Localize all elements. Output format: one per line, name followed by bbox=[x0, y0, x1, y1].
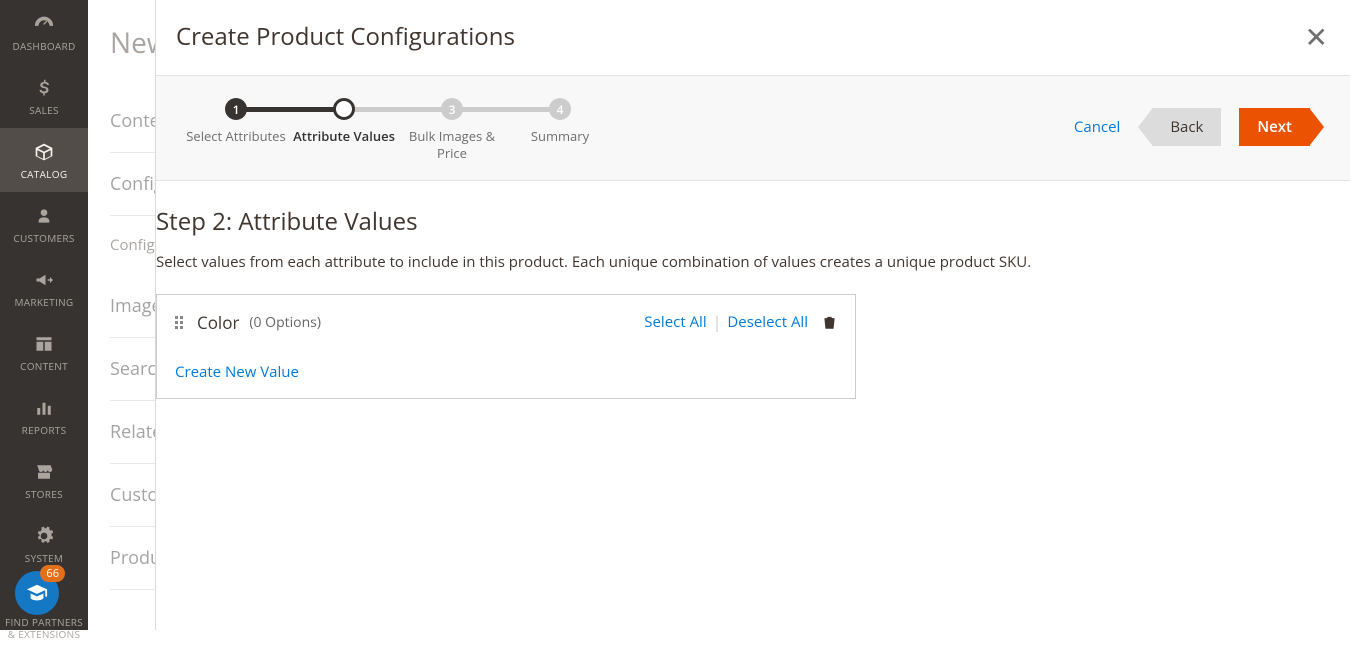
attribute-name: Color bbox=[197, 311, 239, 334]
step-dot-current bbox=[333, 98, 355, 120]
store-icon bbox=[32, 460, 56, 484]
sidebar-label: REPORTS bbox=[22, 424, 67, 436]
select-all-link[interactable]: Select All bbox=[644, 312, 706, 332]
step-dot: 3 bbox=[441, 98, 463, 120]
help-bubble[interactable]: 66 bbox=[15, 571, 59, 615]
sidebar-label: CUSTOMERS bbox=[13, 232, 74, 244]
sidebar-label: FIND PARTNERS & EXTENSIONS bbox=[4, 616, 84, 640]
modal-create-configurations: Create Product Configurations 1 Select A… bbox=[155, 0, 1350, 630]
back-button[interactable]: Back bbox=[1138, 108, 1221, 146]
wizard-step: 4 Summary bbox=[506, 98, 614, 145]
sidebar-item-sales[interactable]: SALES bbox=[0, 64, 88, 128]
wizard-steps: 1 Select Attributes Attribute Values 3 B… bbox=[182, 98, 614, 162]
next-button[interactable]: Next bbox=[1239, 108, 1324, 146]
megaphone-icon bbox=[32, 268, 56, 292]
step-label: Summary bbox=[531, 128, 589, 145]
attribute-card-header: Color (0 Options) Select All | Deselect … bbox=[175, 311, 837, 334]
deselect-all-link[interactable]: Deselect All bbox=[727, 312, 808, 332]
sidebar-label: SYSTEM bbox=[25, 552, 63, 564]
gauge-icon bbox=[32, 12, 56, 36]
layout-icon bbox=[32, 332, 56, 356]
wizard-step: Attribute Values bbox=[290, 98, 398, 145]
sidebar-item-reports[interactable]: REPORTS bbox=[0, 384, 88, 448]
wizard-stage: 1 Select Attributes Attribute Values 3 B… bbox=[156, 75, 1350, 181]
sidebar-label: STORES bbox=[25, 488, 63, 500]
modal-title: Create Product Configurations bbox=[176, 20, 515, 53]
create-new-value-link[interactable]: Create New Value bbox=[175, 362, 299, 382]
notification-badge: 66 bbox=[40, 565, 65, 582]
step-label: Bulk Images & Price bbox=[398, 128, 506, 162]
sidebar-item-customers[interactable]: CUSTOMERS bbox=[0, 192, 88, 256]
admin-sidebar: DASHBOARD SALES CATALOG CUSTOMERS MARKET… bbox=[0, 0, 88, 630]
wizard-step: 1 Select Attributes bbox=[182, 98, 290, 145]
step-description: Select values from each attribute to inc… bbox=[156, 252, 1350, 272]
attribute-card: Color (0 Options) Select All | Deselect … bbox=[156, 294, 856, 399]
dollar-icon bbox=[32, 76, 56, 100]
step-dot: 1 bbox=[225, 98, 247, 120]
step-label: Attribute Values bbox=[293, 128, 395, 145]
create-new-value[interactable]: Create New Value bbox=[175, 360, 837, 382]
gear-icon bbox=[32, 524, 56, 548]
sidebar-item-marketing[interactable]: MARKETING bbox=[0, 256, 88, 320]
drag-handle-icon[interactable] bbox=[175, 316, 183, 329]
step-title: Step 2: Attribute Values bbox=[156, 205, 1350, 238]
modal-body: Step 2: Attribute Values Select values f… bbox=[156, 181, 1350, 399]
sidebar-label: CATALOG bbox=[21, 168, 68, 180]
separator: | bbox=[713, 311, 722, 333]
bars-icon bbox=[32, 396, 56, 420]
sidebar-item-content[interactable]: CONTENT bbox=[0, 320, 88, 384]
sidebar-label: SALES bbox=[29, 104, 59, 116]
cancel-link[interactable]: Cancel bbox=[1074, 117, 1120, 137]
person-icon bbox=[32, 204, 56, 228]
sidebar-label: CONTENT bbox=[20, 360, 68, 372]
close-icon[interactable] bbox=[1305, 23, 1328, 51]
trash-icon[interactable] bbox=[822, 314, 837, 331]
sidebar-item-catalog[interactable]: CATALOG bbox=[0, 128, 88, 192]
step-dot: 4 bbox=[549, 98, 571, 120]
box-icon bbox=[32, 140, 56, 164]
sidebar-item-stores[interactable]: STORES bbox=[0, 448, 88, 512]
sidebar-label: DASHBOARD bbox=[12, 40, 75, 52]
chevron-right-icon bbox=[1310, 109, 1324, 145]
sidebar-item-dashboard[interactable]: DASHBOARD bbox=[0, 0, 88, 64]
sidebar-label: MARKETING bbox=[15, 296, 74, 308]
graduation-cap-icon bbox=[26, 582, 48, 604]
modal-header: Create Product Configurations bbox=[156, 0, 1350, 75]
wizard-step: 3 Bulk Images & Price bbox=[398, 98, 506, 162]
wizard-actions: Cancel Back Next bbox=[1074, 108, 1324, 146]
next-button-label[interactable]: Next bbox=[1239, 108, 1310, 146]
back-button-label[interactable]: Back bbox=[1152, 108, 1221, 146]
attribute-options-count: (0 Options) bbox=[249, 313, 321, 332]
attribute-actions: Select All | Deselect All bbox=[644, 311, 837, 333]
chevron-left-icon bbox=[1138, 109, 1152, 145]
step-label: Select Attributes bbox=[186, 128, 285, 145]
